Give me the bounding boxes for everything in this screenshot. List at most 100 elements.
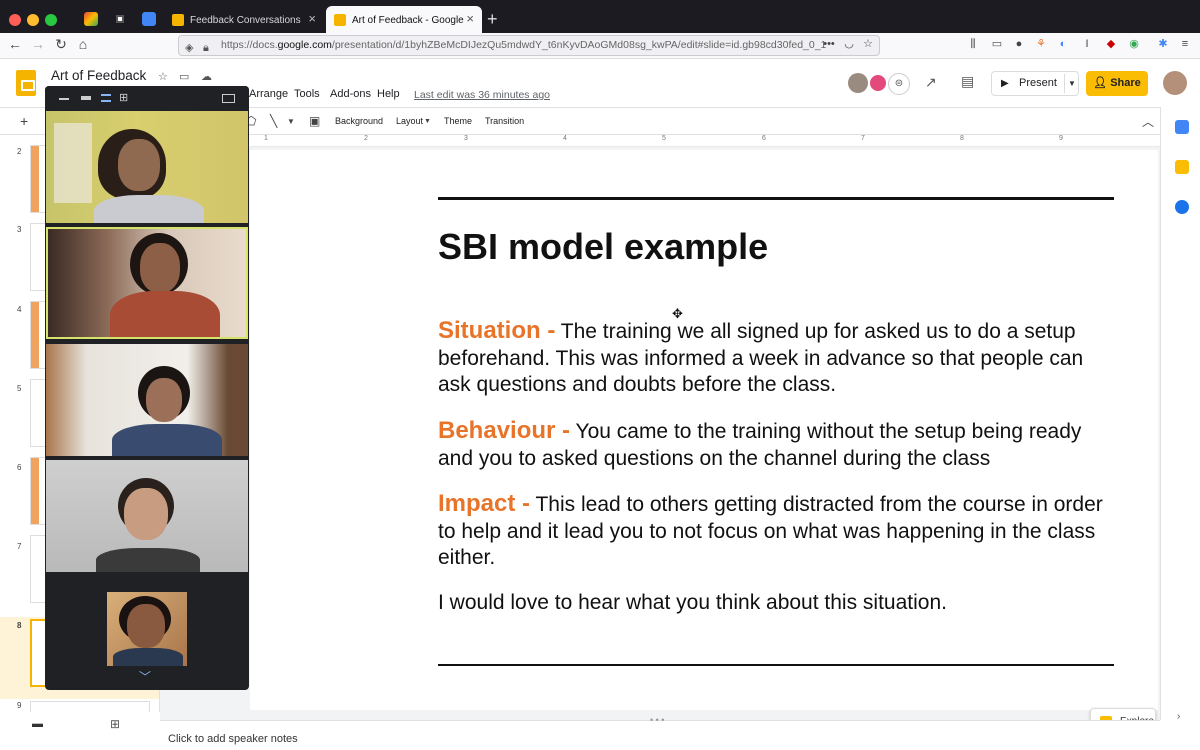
grid-view-icon[interactable]: ⊞ (119, 92, 131, 104)
account-icon[interactable]: ● (1012, 37, 1026, 51)
reload-icon[interactable]: ↻ (52, 36, 70, 53)
slide-number: 8 (17, 621, 22, 630)
notes-resize-handle[interactable]: • • • (650, 715, 664, 725)
meet-present-icon[interactable]: ⊜ (888, 73, 910, 95)
impact-paragraph[interactable]: Impact - This lead to others getting dis… (438, 490, 1118, 572)
chevron-down-icon[interactable]: ▼ (1068, 72, 1076, 95)
share-label: Share (1110, 77, 1141, 89)
participant-face (146, 378, 182, 422)
close-window-button[interactable] (9, 14, 21, 26)
slide-title[interactable]: SBI model example (438, 226, 768, 268)
menu-arrange[interactable]: Arrange (249, 88, 288, 100)
filmstrip-view-icon[interactable]: ▬ (32, 718, 43, 730)
home-icon[interactable]: ⌂ (74, 36, 92, 52)
last-edit-link[interactable]: Last edit was 36 minutes ago (414, 89, 550, 101)
extension-icon[interactable]: ◉ (1127, 37, 1141, 51)
layout-button[interactable]: Layout (396, 116, 423, 126)
self-view-video[interactable] (107, 592, 187, 666)
sidebar-icon[interactable]: ▭ (990, 37, 1004, 51)
extension-icon[interactable]: I (1080, 37, 1094, 51)
ruler-number: 7 (861, 135, 865, 142)
picture-in-picture-icon[interactable] (222, 94, 235, 103)
move-folder-icon[interactable]: ▭ (179, 70, 189, 83)
participant-video-tile[interactable] (46, 344, 248, 456)
participant-face (124, 488, 168, 540)
star-icon[interactable]: ☆ (158, 70, 168, 83)
speaker-notes[interactable]: • • • Click to add speaker notes (160, 715, 1160, 750)
collapse-toolbar-icon[interactable]: ︿ (1142, 113, 1154, 130)
comment-add-icon[interactable]: ▣ (309, 114, 320, 128)
line-icon[interactable]: ╲ (270, 114, 277, 128)
activity-trend-icon[interactable]: ↗ (925, 74, 937, 91)
menu-help[interactable]: Help (377, 88, 400, 100)
chevron-down-icon[interactable]: ﹀ (139, 668, 151, 685)
share-button[interactable]: 👤︎ Share (1086, 71, 1148, 96)
tasks-icon[interactable] (1175, 200, 1189, 214)
transition-button[interactable]: Transition (485, 116, 524, 126)
url-prefix: https://docs. (221, 39, 278, 51)
person-add-icon: 👤︎ (1093, 77, 1108, 89)
close-tab-icon[interactable]: × (308, 11, 316, 26)
library-icon[interactable]: ⫼ (966, 37, 980, 51)
ruler-number: 4 (563, 135, 567, 142)
doc-title[interactable]: Art of Feedback (51, 68, 146, 83)
theme-button[interactable]: Theme (444, 116, 472, 126)
shield-icon: ◈ (185, 42, 194, 54)
participant-video-tile-active-speaker[interactable] (46, 227, 248, 339)
calendar-icon[interactable] (1175, 120, 1189, 134)
list-view-icon[interactable] (101, 94, 111, 102)
grid-view-icon[interactable]: ⊞ (110, 717, 120, 731)
extension-icon[interactable]: ◐ (1056, 37, 1070, 51)
background-button[interactable]: Background (335, 116, 383, 126)
calendar-pinned-tab-icon[interactable] (142, 12, 156, 26)
bookmark-star-icon[interactable]: ☆ (861, 37, 875, 51)
meet-video-overlay[interactable]: ⊞ ﹀ (45, 86, 249, 690)
menu-icon[interactable]: ≡ (1178, 37, 1192, 51)
menu-tools[interactable]: Tools (294, 88, 320, 100)
slide-number: 9 (17, 701, 22, 710)
filmstrip-view-controls: ▬ ⊞ (0, 712, 160, 738)
tab-feedback-conversations[interactable]: Feedback Conversations × (164, 6, 324, 34)
add-slide-icon[interactable]: + (20, 113, 28, 129)
maximize-window-button[interactable] (45, 14, 57, 26)
tab-art-of-feedback[interactable]: Art of Feedback - Google Slides × (326, 6, 482, 34)
participant-video-tile[interactable] (46, 460, 248, 572)
url-bar[interactable]: ◈ 🔒︎ https://docs.google.com/presentatio… (178, 35, 880, 56)
user-avatar[interactable] (1163, 71, 1187, 95)
chevron-down-icon[interactable]: ▼ (287, 117, 295, 126)
forward-arrow-icon[interactable]: → (29, 36, 47, 52)
slides-logo-icon[interactable] (16, 70, 36, 96)
speaker-notes-placeholder[interactable]: Click to add speaker notes (168, 733, 298, 745)
chevron-down-icon[interactable]: ▼ (424, 118, 431, 125)
comments-icon[interactable]: ▤ (961, 73, 974, 90)
pocket-icon[interactable]: ◡ (842, 37, 856, 51)
closing-paragraph[interactable]: I would love to hear what you think abou… (438, 590, 1118, 617)
tab-title: Art of Feedback - Google Slides (352, 14, 464, 26)
minimize-window-button[interactable] (27, 14, 39, 26)
extension-icon[interactable]: ◆ (1104, 37, 1118, 51)
menu-add-ons[interactable]: Add-ons (330, 88, 371, 100)
situation-paragraph[interactable]: Situation - The training we all signed u… (438, 317, 1118, 399)
back-arrow-icon[interactable]: ← (6, 36, 24, 52)
slides-favicon-icon (172, 14, 184, 26)
divider (1064, 74, 1065, 93)
keep-icon[interactable] (1175, 160, 1189, 174)
expand-panel-icon[interactable]: › (1177, 711, 1180, 722)
new-tab-button[interactable]: + (487, 9, 498, 30)
present-button[interactable]: ▶ Present ▼ (991, 71, 1079, 96)
page-actions-menu-icon[interactable]: ••• (822, 37, 836, 51)
participant-video-tile[interactable] (46, 111, 248, 223)
close-tab-icon[interactable]: × (466, 11, 474, 26)
present-label: Present (1019, 77, 1057, 89)
extension-icon[interactable]: ✱ (1156, 37, 1170, 51)
participant-face (140, 243, 180, 293)
extension-icon[interactable]: ⚘ (1034, 37, 1048, 51)
small-view-icon[interactable] (81, 96, 91, 100)
gmail-pinned-tab-icon[interactable] (84, 12, 98, 26)
self-face (127, 604, 165, 648)
collaborator-avatar[interactable] (868, 73, 888, 93)
collaborator-avatar[interactable] (848, 73, 868, 93)
behaviour-paragraph[interactable]: Behaviour - You came to the training wit… (438, 417, 1118, 472)
minimize-icon[interactable] (59, 98, 69, 100)
trello-pinned-tab-icon[interactable] (113, 12, 127, 26)
